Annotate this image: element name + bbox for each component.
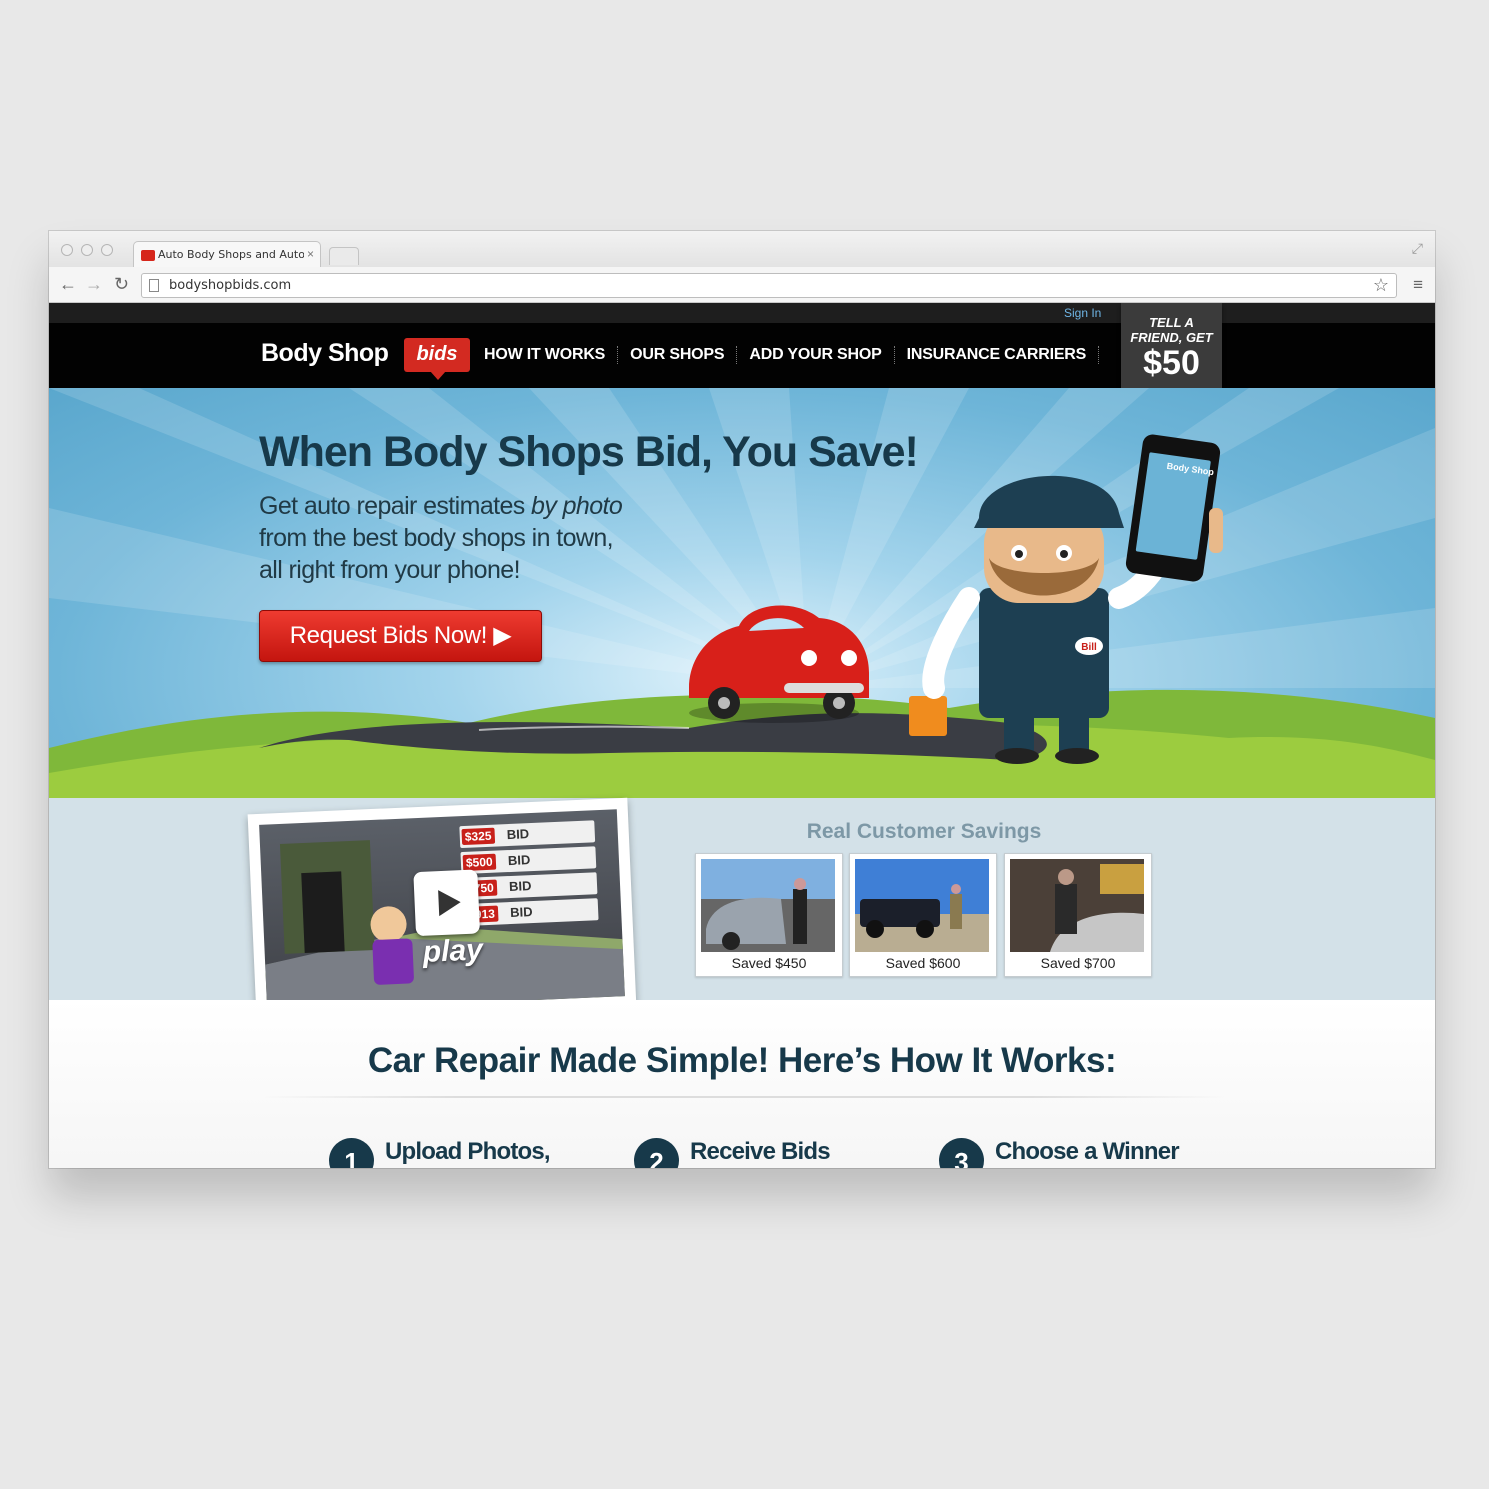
menu-icon[interactable]: ≡ — [1413, 275, 1423, 295]
back-icon[interactable]: ← — [59, 275, 77, 293]
video-frame: $325 BID $500 BID $750 BID $913 BID play — [259, 809, 625, 1012]
video-thumbnail[interactable]: $325 BID $500 BID $750 BID $913 BID play — [247, 797, 637, 1024]
tell-amount: $50 — [1143, 344, 1200, 382]
customer-photo — [1010, 859, 1144, 952]
logo-bids-badge[interactable]: bids — [404, 338, 470, 380]
video-bid-item: $750 BID — [461, 872, 598, 901]
video-bid-item: $500 BID — [460, 846, 597, 875]
savings-label: Saved $600 — [885, 955, 961, 971]
tab-title: Auto Body Shops and Auto — [158, 248, 304, 261]
star-icon[interactable]: ☆ — [1373, 275, 1389, 296]
new-tab-button[interactable] — [329, 247, 359, 265]
hero-sub-line2: from the best body shops in town, — [259, 524, 614, 552]
url-text[interactable]: bodyshopbids.com — [169, 278, 291, 293]
tell-a-friend-badge[interactable]: TELL A FRIEND, GET $50 — [1121, 303, 1222, 395]
savings-label: Saved $700 — [1040, 955, 1116, 971]
step-label: Upload Photos, — [385, 1138, 551, 1165]
sign-in-link[interactable]: Sign In — [1064, 306, 1101, 320]
savings-title: Real Customer Savings — [806, 820, 1042, 843]
hero-sub-emphasis: by photo — [531, 492, 623, 520]
nav-insurance-carriers[interactable]: INSURANCE CARRIERS — [895, 346, 1100, 364]
address-bar[interactable]: bodyshopbids.com ☆ — [141, 273, 1397, 298]
request-bids-button[interactable]: Request Bids Now! ▶ — [259, 610, 542, 662]
savings-label: Saved $450 — [731, 955, 807, 971]
hero-banner: Bill Body Shop When Body Shops Bid, You … — [49, 388, 1435, 798]
nav-add-your-shop[interactable]: ADD YOUR SHOP — [737, 346, 895, 364]
main-nav: HOW IT WORKS OUR SHOPS ADD YOUR SHOP INS… — [484, 346, 1100, 364]
customer-photo — [855, 859, 989, 952]
red-car-illustration — [689, 605, 869, 723]
video-bid-amount: $325 — [461, 827, 495, 846]
play-icon[interactable] — [413, 869, 481, 937]
tell-line-2: FRIEND, GET — [1130, 330, 1213, 345]
video-bid-word: BID — [507, 852, 531, 869]
savings-card[interactable]: Saved $600 — [849, 853, 997, 977]
web-page: Sign In Body Shop bids HOW IT WORKS OUR … — [49, 303, 1435, 1168]
browser-window: Auto Body Shops and Auto × ⤢ ← → ↻ bodys… — [49, 231, 1435, 1168]
hero-subtext: Get auto repair estimates by photo from … — [259, 490, 679, 586]
step-label: Choose a Winner — [995, 1138, 1180, 1165]
tab-close-icon[interactable]: × — [307, 247, 314, 261]
divider — [264, 1096, 1224, 1098]
browser-toolbar: ← → ↻ bodyshopbids.com ☆ ≡ — [49, 267, 1435, 303]
tell-line-1: TELL A — [1149, 315, 1194, 330]
hero-sub-line1: Get auto repair estimates — [259, 492, 532, 520]
video-bid-word: BID — [506, 826, 530, 843]
video-bid-amount: $500 — [462, 853, 496, 872]
hero-sub-line3: all right from your phone! — [259, 556, 521, 584]
fullscreen-icon[interactable]: ⤢ — [1412, 240, 1423, 257]
reload-icon[interactable]: ↻ — [114, 275, 129, 293]
nav-our-shops[interactable]: OUR SHOPS — [618, 346, 738, 364]
video-bid-word: BID — [509, 904, 533, 921]
video-bid-list: $325 BID $500 BID $750 BID $913 BID — [459, 820, 599, 930]
savings-card[interactable]: Saved $700 — [1004, 853, 1152, 977]
nav-how-it-works[interactable]: HOW IT WORKS — [484, 346, 619, 364]
customer-photo — [701, 859, 835, 952]
tab-strip: Auto Body Shops and Auto × ⤢ — [49, 231, 1435, 268]
hero-headline: When Body Shops Bid, You Save! — [259, 428, 919, 476]
video-bid-word: BID — [508, 878, 532, 895]
close-window-button[interactable] — [61, 244, 73, 256]
svg-text:Bill: Bill — [1081, 642, 1097, 653]
favicon-icon — [141, 250, 155, 261]
logo-text[interactable]: Body Shop — [261, 339, 389, 368]
top-utility-bar: Sign In — [49, 303, 1435, 323]
window-controls — [61, 244, 113, 256]
forward-icon[interactable]: → — [85, 275, 103, 293]
page-icon — [149, 279, 159, 292]
savings-card[interactable]: Saved $450 — [695, 853, 843, 977]
zoom-window-button[interactable] — [101, 244, 113, 256]
browser-tab[interactable]: Auto Body Shops and Auto × — [133, 241, 321, 268]
video-bid-item: $325 BID — [459, 820, 596, 849]
how-it-works-title: Car Repair Made Simple! Here’s How It Wo… — [367, 1041, 1117, 1080]
video-bid-item: $913 BID — [462, 898, 599, 927]
step-label: Receive Bids — [690, 1138, 831, 1165]
minimize-window-button[interactable] — [81, 244, 93, 256]
play-label: play — [422, 933, 484, 969]
